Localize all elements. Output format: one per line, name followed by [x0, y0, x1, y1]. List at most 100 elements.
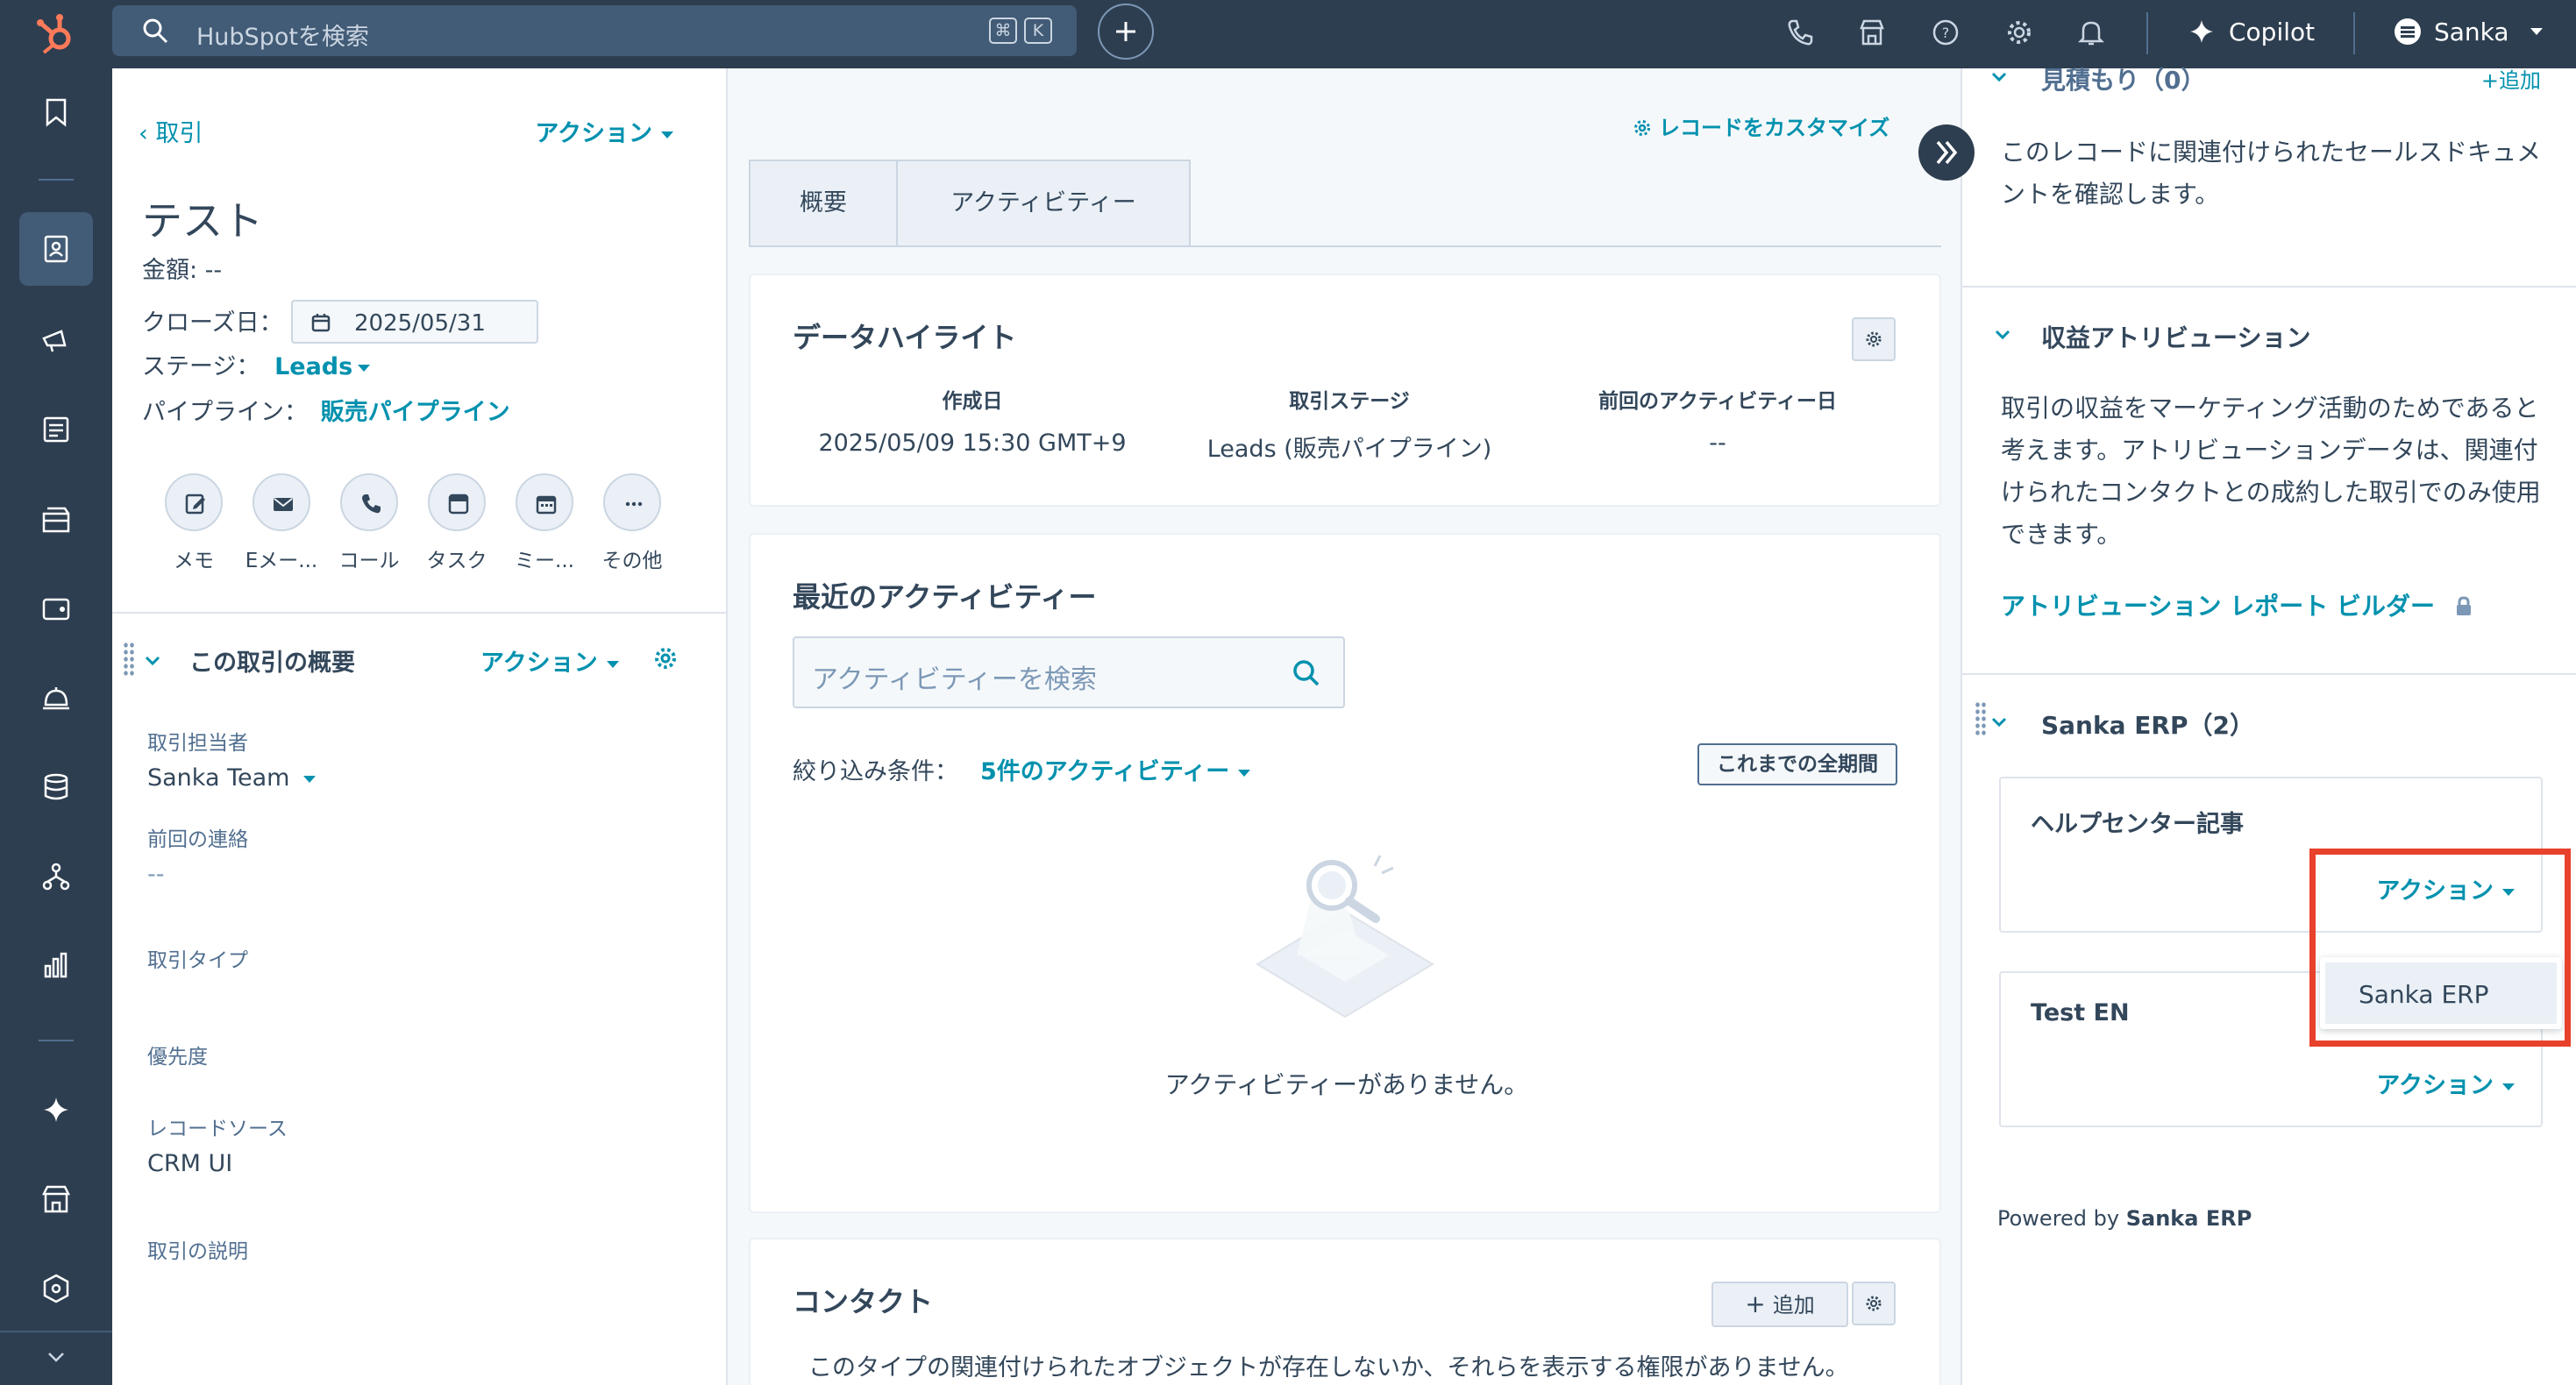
activity-search-input[interactable]: アクティビティーを検索: [793, 636, 1345, 708]
settings-hex-icon[interactable]: [39, 1271, 74, 1306]
marketplace-icon[interactable]: [1857, 18, 1887, 47]
user-menu[interactable]: Sanka: [2394, 11, 2543, 53]
erp-card-actions-button[interactable]: アクション: [2376, 1066, 2515, 1100]
double-chevron-right-icon: [1936, 140, 1958, 165]
chevron-down-icon[interactable]: [1989, 712, 2010, 733]
sanka-erp-section-title[interactable]: Sanka ERP（2）: [2041, 707, 2254, 742]
priority-label: 優先度: [147, 1046, 208, 1069]
chevron-down-icon: [2502, 1083, 2515, 1090]
pipeline-link[interactable]: 販売パイプライン: [321, 399, 510, 426]
service-bell-icon[interactable]: [39, 680, 74, 715]
phone-icon[interactable]: [1785, 18, 1815, 47]
task-button[interactable]: タスク: [427, 473, 487, 573]
deal-stage-column: 取引ステージ Leads (販売パイプライン): [1161, 384, 1538, 464]
chevron-down-icon[interactable]: [142, 650, 163, 671]
k-key-hint: K: [1024, 18, 1052, 44]
chevron-down-icon[interactable]: [1989, 67, 2010, 88]
breeze-sparkle-icon[interactable]: [39, 1092, 74, 1127]
create-new-button[interactable]: [1098, 4, 1154, 60]
note-button[interactable]: メモ: [165, 473, 223, 573]
deal-owner-dropdown[interactable]: Sanka Team: [147, 764, 317, 792]
content-icon[interactable]: [39, 412, 74, 447]
copilot-button[interactable]: Copilot: [2188, 11, 2315, 53]
more-button[interactable]: その他: [602, 473, 663, 573]
top-bar: HubSpotを検索 ⌘ K ? Copilot Sanka: [0, 0, 2576, 68]
quotes-description-1: このレコードに関連付けられたセールスドキュメ: [2001, 138, 2542, 167]
settings-gear-icon[interactable]: [2004, 18, 2034, 47]
email-button[interactable]: Eメー...: [246, 473, 317, 573]
add-contact-button[interactable]: + 追加: [1711, 1282, 1848, 1327]
tab-activities[interactable]: アクティビティー: [896, 160, 1191, 247]
contacts-title: コンタクト: [793, 1285, 934, 1318]
stage-dropdown[interactable]: Leads: [274, 353, 371, 380]
stage-label: ステージ：: [142, 353, 260, 380]
nav-divider: [39, 179, 74, 181]
time-period-button[interactable]: これまでの全期間: [1697, 743, 1897, 785]
email-icon: [274, 498, 293, 511]
edit-icon: [185, 494, 205, 515]
close-date-field[interactable]: 2025/05/31: [291, 300, 538, 344]
add-contact-label: 追加: [1772, 1293, 1815, 1318]
chevron-down-icon[interactable]: [1992, 324, 2013, 345]
chevron-down-icon: [303, 775, 317, 783]
chevron-down-icon: [1238, 769, 1251, 777]
attribution-line-2: 考えます。アトリビューションデータは、関連付: [2001, 436, 2538, 465]
activity-search-placeholder: アクティビティーを検索: [812, 664, 1097, 695]
copilot-label: Copilot: [2229, 17, 2316, 46]
record-actions-button[interactable]: アクション: [535, 114, 673, 148]
left-navigation: [0, 68, 112, 1385]
search-icon[interactable]: [1291, 657, 1322, 689]
quotes-section-title[interactable]: 見積もり（0）: [2041, 61, 2205, 96]
back-to-deals-link[interactable]: ‹ 取引: [139, 114, 203, 148]
collapse-panel-button[interactable]: [1918, 124, 1975, 181]
powered-brand: Sanka ERP: [2125, 1206, 2252, 1231]
deal-stage-label: 取引ステージ: [1289, 390, 1410, 413]
task-label: タスク: [426, 550, 487, 572]
more-icon: [625, 501, 643, 507]
last-activity-value: --: [1709, 430, 1726, 457]
expand-chevron-down-icon[interactable]: [39, 1339, 74, 1374]
notifications-bell-icon[interactable]: [2076, 18, 2106, 47]
contacts-empty-message: このタイプの関連付けられたオブジェクトが存在しないか、それらを表示する権限があり…: [808, 1354, 1849, 1381]
marketing-megaphone-icon[interactable]: [39, 323, 74, 358]
help-icon[interactable]: ?: [1931, 18, 1960, 47]
bookmark-icon[interactable]: [39, 95, 74, 130]
search-icon: [143, 18, 168, 44]
attribution-report-builder-link[interactable]: アトリビューション レポート ビルダー: [2001, 587, 2473, 622]
call-button[interactable]: コール: [339, 473, 400, 573]
about-actions-button[interactable]: アクション: [480, 643, 619, 678]
email-label: Eメー...: [245, 550, 318, 572]
settings-gear-icon[interactable]: [652, 645, 679, 671]
divider: [1962, 286, 2576, 288]
filter-label: 絞り込み条件：: [793, 758, 958, 785]
drag-handle[interactable]: [123, 642, 135, 677]
automation-icon[interactable]: [39, 859, 74, 894]
global-search-input[interactable]: HubSpotを検索 ⌘ K: [112, 5, 1077, 56]
tab-overview[interactable]: 概要: [749, 160, 898, 247]
hubspot-logo-icon[interactable]: [33, 12, 79, 56]
activity-filter-dropdown[interactable]: 5件のアクティビティー: [980, 752, 1251, 786]
contacts-icon[interactable]: [39, 231, 74, 266]
lock-icon: [2456, 596, 2471, 615]
app-marketplace-icon[interactable]: [39, 1182, 74, 1217]
about-section-title[interactable]: この取引の概要: [189, 643, 355, 678]
commerce-icon[interactable]: [39, 591, 74, 626]
record-source-label: レコードソース: [147, 1118, 288, 1140]
revenue-attribution-title[interactable]: 収益アトリビューション: [2041, 319, 2310, 354]
pipeline-label: パイプライン：: [142, 399, 308, 426]
created-date-value: 2025/05/09 15:30 GMT+9: [818, 430, 1127, 457]
customize-record-link[interactable]: レコードをカスタマイズ: [1633, 110, 1889, 141]
contacts-settings-button[interactable]: [1852, 1282, 1896, 1325]
created-date-column: 作成日 2025/05/09 15:30 GMT+9: [784, 384, 1161, 457]
add-quote-link[interactable]: +追加: [2481, 63, 2541, 94]
sparkle-icon: [2190, 20, 2213, 43]
drag-handle[interactable]: [1975, 701, 1987, 736]
meeting-button[interactable]: ミー...: [515, 473, 574, 573]
reporting-chart-icon[interactable]: [39, 948, 74, 984]
highlights-settings-button[interactable]: [1852, 317, 1896, 361]
call-label: コール: [338, 550, 400, 572]
data-management-icon[interactable]: [39, 770, 74, 805]
record-title[interactable]: テスト: [142, 189, 263, 247]
sales-icon[interactable]: [39, 501, 74, 536]
divider: [1962, 673, 2576, 675]
